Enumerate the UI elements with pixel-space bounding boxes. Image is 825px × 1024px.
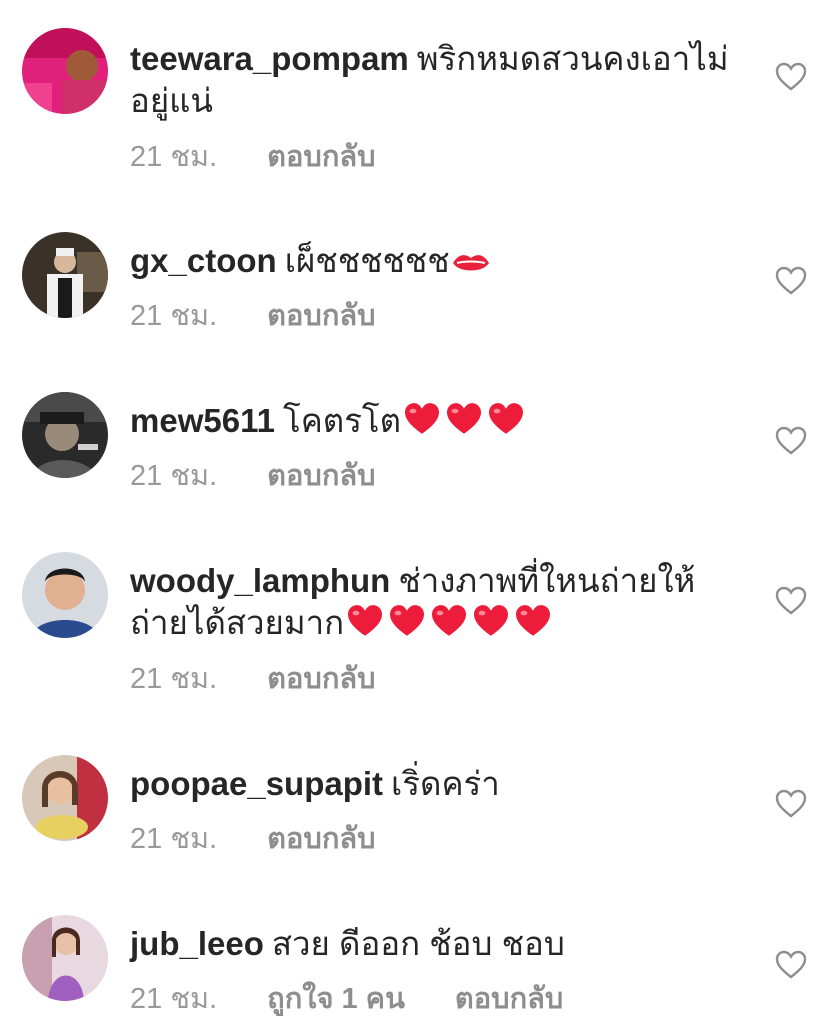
like-heart-icon[interactable] [775,586,807,616]
comment-meta: 21 ชม. ตอบกลับ [130,459,376,493]
comment-text: gx_ctoon เผ็ชชชชชช [130,240,740,286]
comment-meta: 21 ชม. ตอบกลับ [130,822,376,856]
comment-body: โคตรโต [282,402,402,439]
lips-emoji-icon [451,244,491,286]
reply-button[interactable]: ตอบกลับ [267,823,375,855]
comment-meta: 21 ชม. ตอบกลับ [130,140,376,174]
comment-text: mew5611 โคตรโต [130,400,740,446]
comment-body: สวย ดีออก ช้อบ ชอบ [271,925,565,962]
comment-username[interactable]: woody_lamphun [130,562,390,599]
likes-count[interactable]: ถูกใจ 1 คน [267,983,405,1015]
comment-meta: 21 ชม. ถูกใจ 1 คน ตอบกลับ [130,982,563,1016]
red-heart-emoji-icon [345,604,385,648]
red-heart-emoji-icon [471,604,511,648]
avatar[interactable] [22,28,108,114]
comment-time: 21 ชม. [130,141,218,173]
comment-text: poopae_supapit เริ่ดคร่า [130,763,740,805]
reply-button[interactable]: ตอบกลับ [267,663,375,695]
avatar[interactable] [22,552,108,638]
comment-username[interactable]: jub_leeo [130,925,264,962]
avatar[interactable] [22,232,108,318]
red-heart-emoji-icon [387,604,427,648]
like-heart-icon[interactable] [775,266,807,296]
reply-button[interactable]: ตอบกลับ [267,141,375,173]
comment-body: เริ่ดคร่า [391,765,500,802]
like-heart-icon[interactable] [775,62,807,92]
comment-meta: 21 ชม. ตอบกลับ [130,662,376,696]
comment-text: jub_leeo สวย ดีออก ช้อบ ชอบ [130,923,740,965]
reply-button[interactable]: ตอบกลับ [455,983,563,1015]
red-heart-emoji-icon [402,402,442,446]
comment-username[interactable]: teewara_pompam [130,40,409,77]
comment-time: 21 ชม. [130,663,218,695]
like-heart-icon[interactable] [775,789,807,819]
reply-button[interactable]: ตอบกลับ [267,460,375,492]
red-heart-emoji-icon [513,604,553,648]
comment-meta: 21 ชม. ตอบกลับ [130,299,376,333]
comment-text: teewara_pompam พริกหมดสวนคงเอาไม่อยู่แน่ [130,38,740,122]
avatar[interactable] [22,755,108,841]
reply-button[interactable]: ตอบกลับ [267,300,375,332]
red-heart-emoji-icon [429,604,469,648]
comment-time: 21 ชม. [130,460,218,492]
red-heart-emoji-icon [444,402,484,446]
comment-time: 21 ชม. [130,983,218,1015]
avatar[interactable] [22,915,108,1001]
like-heart-icon[interactable] [775,426,807,456]
comment-body: เผ็ชชชชชช [284,242,450,279]
avatar[interactable] [22,392,108,478]
red-heart-emoji-icon [486,402,526,446]
comment-username[interactable]: gx_ctoon [130,242,277,279]
comment-time: 21 ชม. [130,300,218,332]
like-heart-icon[interactable] [775,950,807,980]
comment-time: 21 ชม. [130,823,218,855]
comment-text: woody_lamphun ช่างภาพที่ใหนถ่ายให้ถ่ายได้… [130,560,740,648]
comment-username[interactable]: mew5611 [130,402,275,439]
comment-username[interactable]: poopae_supapit [130,765,383,802]
